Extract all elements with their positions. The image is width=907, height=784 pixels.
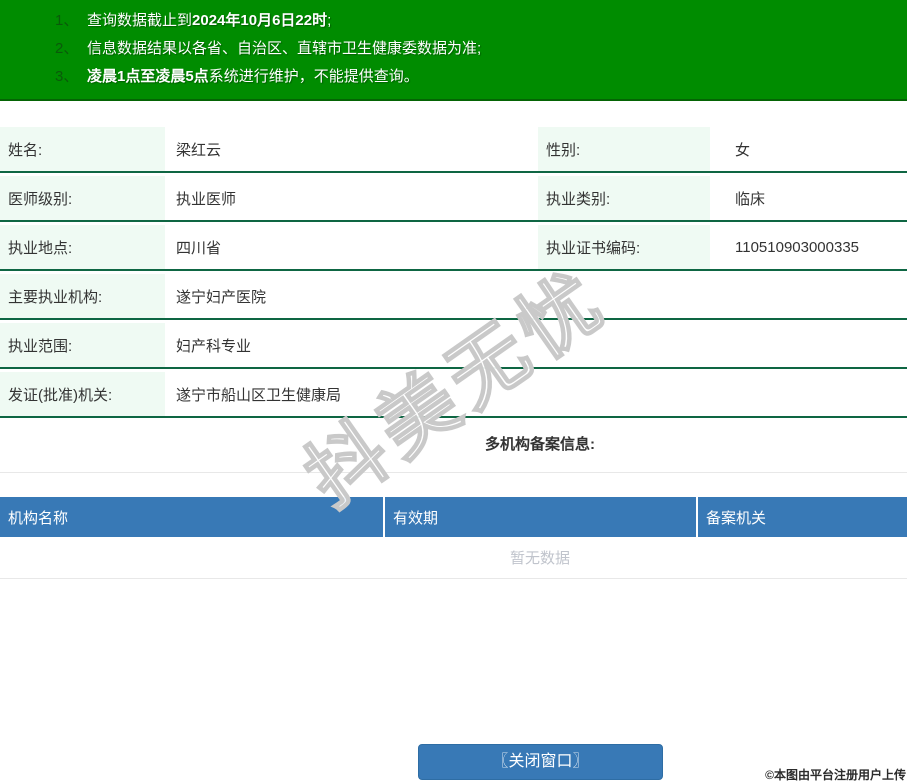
notice-text: 查询数据截止到	[87, 12, 193, 29]
notice-text-bold: 2024年10月6日22时	[192, 12, 328, 29]
gender-value: 女	[735, 141, 751, 159]
notice-line-3: 3、 凌晨1点至凌晨5点系统进行维护，不能提供查询。	[55, 63, 907, 91]
practice-category-label: 执业类别:	[538, 176, 710, 220]
notice-line-1: 1、 查询数据截止到2024年10月6日22时;	[55, 7, 907, 35]
notice-number: 2、	[55, 40, 79, 57]
filing-table-header: 机构名称 有效期 备案机关	[0, 497, 907, 537]
issuing-authority-label: 发证(批准)机关:	[0, 372, 165, 416]
notice-text-bold: 凌晨1点至凌晨5点	[87, 68, 209, 85]
practice-location-label: 执业地点:	[0, 225, 165, 269]
upload-credit-text: ©本图由平台注册用户上传	[765, 768, 906, 782]
notice-line-2: 2、 信息数据结果以各省、自治区、直辖市卫生健康委数据为准;	[55, 35, 907, 63]
filing-section: 多机构备案信息: 机构名称 有效期 备案机关 暂无数据	[0, 430, 907, 579]
main-institution-label: 主要执业机构:	[0, 274, 165, 318]
notice-banner: 1、 查询数据截止到2024年10月6日22时; 2、 信息数据结果以各省、自治区、…	[0, 0, 907, 101]
practice-scope-label: 执业范围:	[0, 323, 165, 367]
practice-location-value: 四川省	[176, 239, 222, 257]
close-window-button[interactable]: 〖关闭窗口〗	[418, 744, 663, 780]
info-row-location-license: 执业地点: 四川省 执业证书编码: 110510903000335	[0, 225, 907, 274]
doctor-level-label: 医师级别:	[0, 176, 165, 220]
notice-number: 3、	[55, 68, 79, 85]
license-number-label: 执业证书编码:	[538, 225, 710, 269]
info-row-level-category: 医师级别: 执业医师 执业类别: 临床	[0, 176, 907, 225]
name-label: 姓名:	[0, 127, 165, 171]
notice-text: 信息数据结果以各省、自治区、直辖市卫生健康委数据为准;	[87, 40, 482, 57]
no-data-placeholder: 暂无数据	[0, 537, 907, 579]
main-institution-value: 遂宁妇产医院	[176, 288, 267, 306]
notice-text: 系统进行维护，不能提供查询。	[208, 68, 419, 85]
issuing-authority-value: 遂宁市船山区卫生健康局	[176, 386, 342, 404]
info-row-scope: 执业范围: 妇产科专业	[0, 323, 907, 372]
license-number-value: 110510903000335	[735, 238, 860, 256]
practice-category-value: 临床	[735, 190, 766, 208]
info-row-name-gender: 姓名: 梁红云 性别: 女	[0, 127, 907, 176]
filing-section-title: 多机构备案信息:	[485, 436, 595, 453]
notice-text: ;	[327, 12, 332, 29]
info-row-authority: 发证(批准)机关: 遂宁市船山区卫生健康局	[0, 372, 907, 421]
practice-scope-value: 妇产科专业	[176, 337, 252, 355]
gender-label: 性别:	[538, 127, 710, 171]
column-validity-period: 有效期	[383, 497, 696, 537]
practitioner-info-table: 姓名: 梁红云 性别: 女 医师级别: 执业医师 执业类别: 临床 执业地点: …	[0, 127, 907, 421]
notice-number: 1、	[55, 12, 79, 29]
column-institution-name: 机构名称	[8, 509, 69, 527]
column-filing-authority: 备案机关	[696, 497, 907, 537]
name-value: 梁红云	[176, 141, 222, 159]
doctor-level-value: 执业医师	[176, 190, 237, 208]
divider-line	[0, 472, 907, 473]
info-row-institution: 主要执业机构: 遂宁妇产医院	[0, 274, 907, 323]
